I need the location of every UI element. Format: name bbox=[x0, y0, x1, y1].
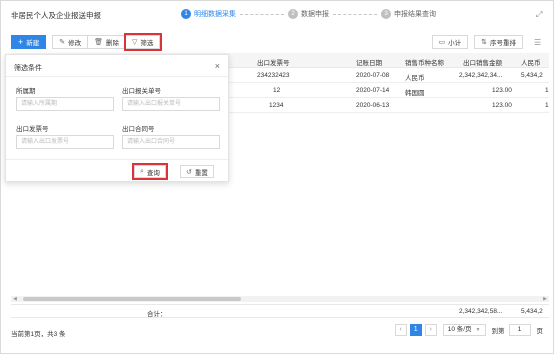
query-button-label: 查询 bbox=[146, 169, 160, 177]
page-size-select[interactable]: 10 条/页 ▼ bbox=[442, 324, 486, 336]
cell-amount: 2,342,342,34... bbox=[459, 72, 503, 79]
subtotal-button[interactable]: ▭ 小计 bbox=[431, 35, 469, 49]
plus-icon: + bbox=[18, 37, 24, 47]
divider bbox=[6, 76, 228, 77]
toolbar-right: ▭ 小计 ⇅ 序号重排 bbox=[426, 35, 523, 49]
column-header[interactable]: 销售币种名称 bbox=[405, 57, 444, 67]
cell-rmb: 1 bbox=[545, 87, 549, 94]
close-icon[interactable]: × bbox=[215, 61, 220, 71]
cell-date: 2020-07-14 bbox=[356, 87, 390, 94]
invoice-no-input[interactable]: 请输入出口发票号 bbox=[16, 135, 114, 149]
document-icon: ▭ bbox=[438, 39, 446, 46]
filter-button-label: 筛选 bbox=[140, 40, 154, 47]
filter-icon: ▽ bbox=[132, 39, 138, 46]
total-label: 合计： bbox=[147, 311, 167, 318]
scroll-left-icon[interactable]: ◀ bbox=[13, 296, 17, 302]
step-number: 1 bbox=[181, 9, 191, 19]
cell-currency: 韩国圆 bbox=[405, 90, 425, 97]
delete-button[interactable]: 🗑 删除 bbox=[88, 35, 127, 49]
prev-page-button[interactable]: ‹ bbox=[394, 324, 407, 336]
edit-icon: ✎ bbox=[59, 39, 66, 46]
cell-amount: 123.00 bbox=[492, 87, 512, 94]
action-button-group: ✎ 修改 🗑 删除 ▽ 筛选 bbox=[52, 33, 163, 51]
customs-no-label: 出口报关单号 bbox=[122, 88, 161, 95]
refresh-icon: ↺ bbox=[186, 168, 192, 176]
total-amount: 2,342,342,58... bbox=[459, 308, 503, 315]
cell-currency: 人民币 bbox=[405, 75, 425, 82]
column-header[interactable]: 出口销售金额 bbox=[463, 57, 502, 67]
step-2: 2 数据申报 bbox=[288, 9, 329, 19]
step-connector bbox=[240, 13, 284, 15]
cell-invoice: 1234 bbox=[269, 102, 284, 109]
cell-invoice: 234232423 bbox=[257, 72, 290, 79]
contract-no-input[interactable]: 请输入出口合同号 bbox=[122, 135, 220, 149]
step-number: 2 bbox=[288, 9, 298, 19]
chevron-down-icon: ▼ bbox=[475, 327, 481, 333]
pagination-info: 当前第1页，共3 条 bbox=[11, 331, 66, 338]
cell-invoice: 12 bbox=[273, 87, 281, 94]
column-header[interactable]: 出口发票号 bbox=[257, 57, 290, 67]
reorder-button-label: 序号重排 bbox=[490, 40, 516, 47]
total-row: 合计： 2,342,342,58... 5,434,2 bbox=[11, 304, 549, 318]
page-header: 非居民个人及企业报送申报 1 明细数据采集 2 数据申报 3 申报结果查询 ⤢ bbox=[1, 1, 554, 27]
scroll-thumb[interactable] bbox=[23, 297, 241, 301]
contract-no-label: 出口合同号 bbox=[122, 126, 155, 133]
step-label: 明细数据采集 bbox=[194, 11, 236, 18]
column-header[interactable]: 记账日期 bbox=[356, 57, 382, 67]
query-button[interactable]: ⌕ 查询 bbox=[132, 163, 168, 180]
reset-button[interactable]: ↺ 重置 bbox=[180, 165, 214, 178]
filter-panel-title: 筛选条件 bbox=[14, 65, 42, 72]
cell-rmb: 5,434,2 bbox=[521, 72, 543, 79]
reset-button-label: 重置 bbox=[194, 169, 208, 177]
delete-button-label: 删除 bbox=[106, 40, 120, 47]
app-window: 非居民个人及企业报送申报 1 明细数据采集 2 数据申报 3 申报结果查询 ⤢ … bbox=[0, 0, 554, 354]
cell-date: 2020-07-08 bbox=[356, 72, 390, 79]
scroll-right-icon[interactable]: ▶ bbox=[543, 296, 547, 302]
goto-label: 到第 bbox=[491, 328, 505, 335]
total-rmb: 5,434,2 bbox=[521, 308, 543, 315]
step-label: 申报结果查询 bbox=[394, 11, 436, 18]
horizontal-scrollbar[interactable]: ◀ ▶ bbox=[11, 296, 549, 302]
edit-button[interactable]: ✎ 修改 bbox=[52, 35, 89, 49]
page-title: 非居民个人及企业报送申报 bbox=[11, 11, 101, 20]
invoice-no-label: 出口发票号 bbox=[16, 126, 49, 133]
step-number: 3 bbox=[381, 9, 391, 19]
customs-no-input[interactable]: 请输入出口报关单号 bbox=[122, 97, 220, 111]
next-page-button[interactable]: › bbox=[424, 324, 437, 336]
step-3: 3 申报结果查询 bbox=[381, 9, 436, 19]
step-indicator: 1 明细数据采集 2 数据申报 3 申报结果查询 bbox=[181, 8, 436, 20]
step-label: 数据申报 bbox=[301, 11, 329, 18]
cell-amount: 123.00 bbox=[492, 102, 512, 109]
pagination: ‹ 1 › 10 条/页 ▼ 到第 1 页 bbox=[392, 324, 543, 336]
period-label: 所属期 bbox=[16, 88, 36, 95]
edit-button-label: 修改 bbox=[68, 40, 82, 47]
subtotal-button-label: 小计 bbox=[448, 40, 462, 47]
new-button-label: 新建 bbox=[26, 40, 40, 47]
toolbar: + 新建 ✎ 修改 🗑 删除 ▽ 筛选 bbox=[11, 33, 163, 51]
reorder-button[interactable]: ⇅ 序号重排 bbox=[474, 35, 523, 49]
period-input[interactable]: 请输入所属期 bbox=[16, 97, 114, 111]
sort-icon: ⇅ bbox=[481, 39, 487, 46]
step-1: 1 明细数据采集 bbox=[181, 9, 236, 19]
filter-footer bbox=[6, 159, 228, 160]
column-settings-icon[interactable]: ☰ bbox=[534, 38, 543, 47]
page-unit-label: 页 bbox=[536, 328, 544, 335]
page-size-value: 10 条/页 bbox=[447, 326, 472, 333]
filter-panel: 筛选条件 × 所属期 请输入所属期 出口报关单号 请输入出口报关单号 出口发票号… bbox=[5, 54, 229, 182]
column-header[interactable]: 人民币 bbox=[521, 57, 541, 67]
cell-rmb: 1 bbox=[545, 102, 549, 109]
goto-page-input[interactable]: 1 bbox=[508, 324, 531, 336]
fullscreen-icon[interactable]: ⤢ bbox=[536, 10, 545, 19]
filter-button[interactable]: ▽ 筛选 bbox=[124, 33, 163, 51]
step-connector bbox=[333, 13, 377, 15]
page-button-current[interactable]: 1 bbox=[409, 324, 422, 336]
new-button[interactable]: + 新建 bbox=[11, 35, 47, 49]
cell-date: 2020-06-13 bbox=[356, 102, 390, 109]
trash-icon: 🗑 bbox=[94, 39, 104, 46]
search-icon: ⌕ bbox=[140, 167, 144, 175]
